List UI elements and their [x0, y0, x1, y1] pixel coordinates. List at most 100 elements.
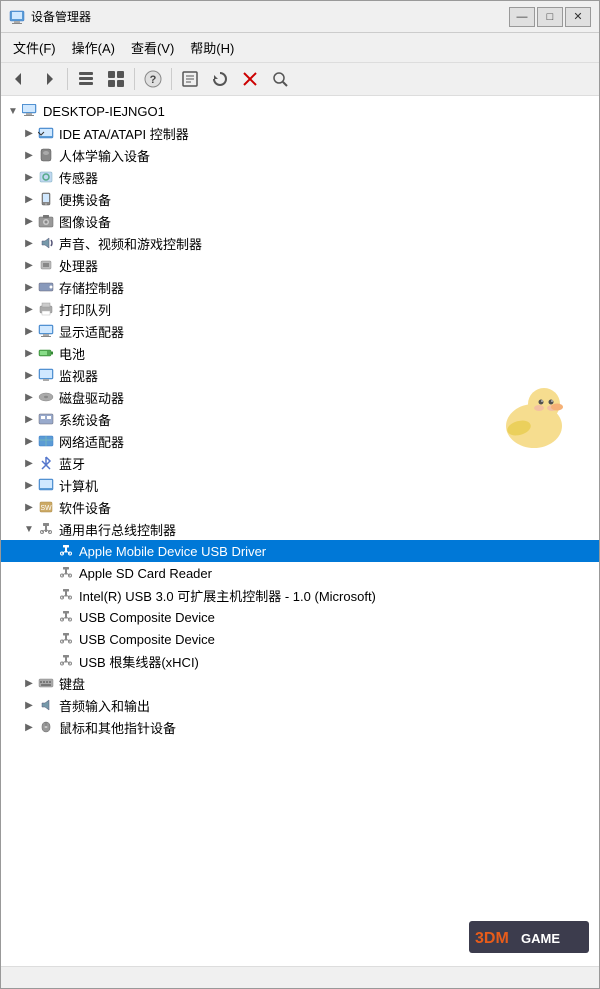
list-item[interactable]: ▶ 蓝牙 [1, 452, 599, 474]
window-title: 设备管理器 [31, 8, 509, 25]
device-manager-window: 设备管理器 — □ ✕ 文件(F) 操作(A) 查看(V) 帮助(H) [0, 0, 600, 989]
list-item[interactable]: ▶ 便携设备 [1, 188, 599, 210]
list-view-button[interactable] [102, 66, 130, 92]
properties-button[interactable] [176, 66, 204, 92]
apple-sd-card-reader[interactable]: ▶ Apple SD Card Reader [1, 562, 599, 584]
back-button[interactable] [5, 66, 33, 92]
usb-controllers-category[interactable]: ▼ 通用串行总线控制器 [1, 518, 599, 540]
expand-icon[interactable]: ▶ [21, 169, 37, 185]
list-item[interactable]: ▶ IDE ATA/ATAPI 控制器 [1, 122, 599, 144]
expand-icon[interactable]: ▶ [21, 499, 37, 515]
content-wrapper: ▼ DESKTOP-IEJNGO1 ▶ IDE ATA/ATAPI [1, 96, 599, 966]
item-label: 打印队列 [59, 300, 111, 319]
list-item[interactable]: ▶ 磁盘驱动器 [1, 386, 599, 408]
usb-composite-2-label: USB Composite Device [79, 632, 215, 647]
expand-icon[interactable]: ▶ [21, 477, 37, 493]
usb-root-hub-xhci[interactable]: ▶ USB 根集线器(xHCI) [1, 650, 599, 672]
software-icon: SW [37, 498, 55, 516]
forward-button[interactable] [35, 66, 63, 92]
expand-icon[interactable]: ▶ [21, 301, 37, 317]
audio-io-category[interactable]: ▶ 音频输入和输出 [1, 694, 599, 716]
list-item[interactable]: ▶ 人体学输入设备 [1, 144, 599, 166]
list-item[interactable]: ▶ 计算机 [1, 474, 599, 496]
menu-bar: 文件(F) 操作(A) 查看(V) 帮助(H) [1, 33, 599, 63]
title-bar: 设备管理器 — □ ✕ [1, 1, 599, 33]
expand-icon[interactable]: ▶ [21, 455, 37, 471]
uninstall-button[interactable] [236, 66, 264, 92]
expand-icon[interactable]: ▶ [21, 433, 37, 449]
list-item[interactable]: ▶ 存储控制器 [1, 276, 599, 298]
item-label: 网络适配器 [59, 432, 124, 451]
usb-device-icon [57, 542, 75, 560]
expand-icon[interactable]: ▶ [21, 345, 37, 361]
list-item[interactable]: ▶ SW 软件设备 [1, 496, 599, 518]
expand-icon[interactable]: ▶ [21, 367, 37, 383]
root-expand[interactable]: ▼ [5, 103, 21, 119]
expand-icon[interactable]: ▶ [21, 411, 37, 427]
status-bar [1, 966, 599, 988]
expand-icon[interactable]: ▶ [21, 257, 37, 273]
usb-composite-device-2[interactable]: ▶ USB Composite Device [1, 628, 599, 650]
tree-view-button[interactable] [72, 66, 100, 92]
usb-device-icon [57, 630, 75, 648]
hid-icon [37, 146, 55, 164]
pc-icon [37, 476, 55, 494]
expand-icon[interactable]: ▶ [21, 675, 37, 691]
expand-icon[interactable]: ▶ [21, 697, 37, 713]
expand-icon[interactable]: ▶ [21, 213, 37, 229]
menu-view[interactable]: 查看(V) [123, 35, 182, 60]
apple-mobile-device-usb[interactable]: ▶ Apple Mobile Device USB Driver [1, 540, 599, 562]
usb-device-icon [57, 652, 75, 670]
item-label: 便携设备 [59, 190, 111, 209]
item-label: 显示适配器 [59, 322, 124, 341]
usb-expand-icon[interactable]: ▼ [21, 521, 37, 537]
list-item[interactable]: ▶ 打印队列 [1, 298, 599, 320]
menu-action[interactable]: 操作(A) [64, 35, 123, 60]
list-item[interactable]: ▶ 监视器 [1, 364, 599, 386]
battery-icon [37, 344, 55, 362]
expand-icon[interactable]: ▶ [21, 389, 37, 405]
expand-icon[interactable]: ▶ [21, 191, 37, 207]
item-label: 软件设备 [59, 498, 111, 517]
sensor-icon [37, 168, 55, 186]
display-icon [37, 322, 55, 340]
list-item[interactable]: ▶ 图像设备 [1, 210, 599, 232]
usb-device-icon [57, 586, 75, 604]
mouse-category[interactable]: ▶ 鼠标和其他指针设备 [1, 716, 599, 738]
scan-button[interactable] [266, 66, 294, 92]
item-label: 传感器 [59, 168, 98, 187]
portable-icon [37, 190, 55, 208]
toolbar-sep-3 [171, 68, 172, 90]
bluetooth-icon [37, 454, 55, 472]
maximize-button[interactable]: □ [537, 7, 563, 27]
usb-composite-device-1[interactable]: ▶ USB Composite Device [1, 606, 599, 628]
expand-icon[interactable]: ▶ [21, 147, 37, 163]
keyboard-category[interactable]: ▶ 键盘 [1, 672, 599, 694]
expand-icon[interactable]: ▶ [21, 235, 37, 251]
menu-file[interactable]: 文件(F) [5, 35, 64, 60]
usb-device-icon [57, 564, 75, 582]
list-item[interactable]: ▶ 系统设备 [1, 408, 599, 430]
minimize-button[interactable]: — [509, 7, 535, 27]
expand-icon[interactable]: ▶ [21, 719, 37, 735]
list-item[interactable]: ▶ 电池 [1, 342, 599, 364]
network-icon [37, 432, 55, 450]
list-item[interactable]: ▶ 网络适配器 [1, 430, 599, 452]
device-tree: ▼ DESKTOP-IEJNGO1 ▶ IDE ATA/ATAPI [1, 96, 599, 742]
help-button[interactable]: ? [139, 66, 167, 92]
list-item[interactable]: ▶ 声音、视频和游戏控制器 [1, 232, 599, 254]
menu-help[interactable]: 帮助(H) [182, 35, 242, 60]
expand-icon[interactable]: ▶ [21, 279, 37, 295]
update-button[interactable] [206, 66, 234, 92]
toolbar-sep-2 [134, 68, 135, 90]
item-label: 电池 [59, 344, 85, 363]
list-item[interactable]: ▶ 显示适配器 [1, 320, 599, 342]
close-button[interactable]: ✕ [565, 7, 591, 27]
expand-icon[interactable]: ▶ [21, 323, 37, 339]
list-item[interactable]: ▶ 传感器 [1, 166, 599, 188]
list-item[interactable]: ▶ 处理器 [1, 254, 599, 276]
tree-root[interactable]: ▼ DESKTOP-IEJNGO1 [1, 100, 599, 122]
item-label: 声音、视频和游戏控制器 [59, 234, 202, 253]
intel-usb3-controller[interactable]: ▶ Intel(R) USB 3.0 可扩展主机控制器 - 1.0 (Micro… [1, 584, 599, 606]
expand-icon[interactable]: ▶ [21, 125, 37, 141]
